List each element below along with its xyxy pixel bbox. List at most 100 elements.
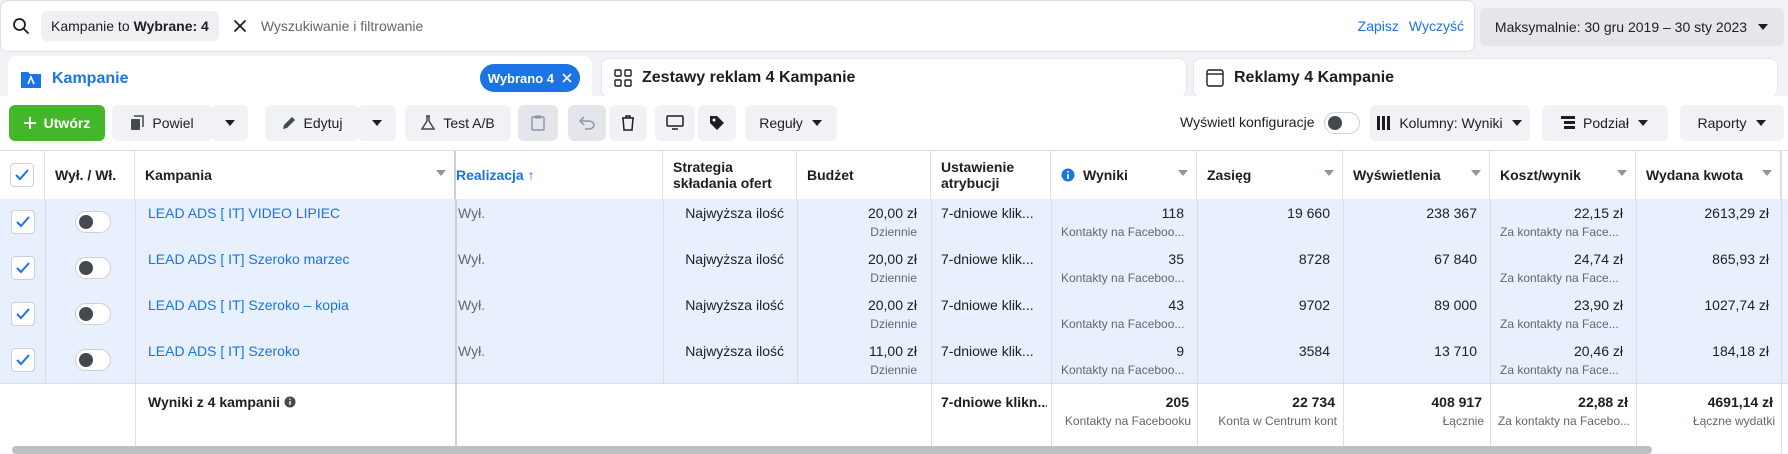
budget-period: Dziennie [870,225,917,239]
bid-strategy: Najwyższa ilość [685,205,784,221]
tag-button[interactable] [698,105,736,141]
column-header-attribution[interactable]: Ustawienie atrybucji [931,151,1051,199]
sort-arrow-icon[interactable] [1762,170,1772,176]
duplicate-button-label: Powiel [152,115,194,131]
sort-arrow-icon[interactable] [436,170,446,176]
preview-button[interactable] [655,105,695,141]
table-row[interactable]: LEAD ADS [ IT] Szeroko Wył. Najwyższa iloś… [0,337,1788,383]
info-icon[interactable] [284,396,296,408]
campaign-onoff-toggle[interactable] [75,303,111,325]
column-header-reach[interactable]: Zasięg [1197,151,1343,199]
undo-button[interactable] [568,105,606,141]
budget-value[interactable]: 20,00 zł [797,297,917,313]
grid-line [1490,199,1491,245]
sort-arrow-icon[interactable] [1324,170,1334,176]
totals-results-sub: Kontakty na Facebooku [1064,414,1191,428]
breakdown-button[interactable]: Podział [1542,105,1668,141]
campaign-name-link[interactable]: LEAD ADS [ IT] Szeroko [148,343,300,359]
campaign-onoff-toggle[interactable] [75,349,111,371]
column-header-delivery[interactable]: Realizacja ↑ [456,151,663,199]
show-config-label: Wyświetl konfiguracje [1180,114,1315,130]
budget-value[interactable]: 11,00 zł [797,343,917,359]
edit-button[interactable]: Edytuj [265,105,359,141]
campaign-name-link[interactable]: LEAD ADS [ IT] VIDEO LIPIEC [148,205,340,221]
column-header-bid-strategy[interactable]: Strategia składania ofert [663,151,797,199]
date-range-picker[interactable]: Maksymalnie: 30 gru 2019 – 30 sty 2023 [1480,8,1784,46]
budget-value[interactable]: 20,00 zł [797,205,917,221]
edit-dropdown-button[interactable] [358,105,396,141]
reach-value: 8728 [1298,251,1330,267]
reach-value: 9702 [1298,297,1330,313]
impressions-value: 13 710 [1434,343,1477,359]
campaign-name-link[interactable]: LEAD ADS [ IT] Szeroko marzec [148,251,350,267]
cost-per-result-value: 24,74 zł [1573,251,1623,267]
duplicate-button[interactable]: Powiel [112,105,212,141]
column-header-onoff-label: Wył. / Wł. [55,167,117,183]
column-header-amount-spent[interactable]: Wydana kwota [1636,151,1781,199]
show-config-toggle[interactable] [1324,112,1360,134]
duplicate-dropdown-button[interactable] [211,105,248,141]
column-header-budget[interactable]: Budżet [797,151,931,199]
search-input[interactable]: Wyszukiwanie i filtrowanie [261,18,1358,34]
campaign-name-link[interactable]: LEAD ADS [ IT] Szeroko – kopia [148,297,349,313]
copy-icon [131,115,145,130]
preview-icon [666,115,684,130]
grid-line [1343,337,1344,383]
select-all-checkbox[interactable] [10,163,34,187]
grid-line [797,245,798,291]
row-checkbox[interactable] [11,348,35,372]
grid-line [797,291,798,337]
close-icon[interactable] [562,73,572,83]
row-checkbox[interactable] [11,256,35,280]
clipboard-button[interactable] [518,105,558,141]
breakdown-button-label: Podział [1583,115,1629,131]
sort-arrow-icon[interactable] [1617,170,1627,176]
select-all-header [0,151,45,199]
table-row[interactable]: LEAD ADS [ IT] VIDEO LIPIEC Wył. Najwyższa… [0,199,1788,245]
chevron-down-icon [224,120,235,126]
row-checkbox[interactable] [11,210,35,234]
column-header-campaign[interactable]: Kampania [135,151,456,199]
totals-attribution: 7-dniowe klikn... [941,394,1047,410]
campaign-onoff-toggle[interactable] [75,211,111,233]
info-icon[interactable] [1061,168,1075,182]
results-type: Kontakty na Faceboo... [1061,363,1185,377]
sort-arrow-icon[interactable] [1178,170,1188,176]
table-row[interactable]: LEAD ADS [ IT] Szeroko marzec Wył. Najwyżs… [0,245,1788,291]
tab-adsets[interactable]: Zestawy reklam 4 Kampanie [601,58,1187,98]
create-button[interactable]: Utwórz [9,105,105,141]
totals-cost-per-result: 22,88 zł [1578,394,1628,410]
tab-ads[interactable]: Reklamy 4 Kampanie [1193,58,1778,98]
cost-per-result-value: 22,15 zł [1573,205,1623,221]
ab-test-button[interactable]: Test A/B [405,105,511,141]
grid-line [1343,199,1344,245]
campaign-onoff-toggle[interactable] [75,257,111,279]
grid-line [931,291,932,337]
column-header-onoff[interactable]: Wył. / Wł. [45,151,135,199]
clear-search-link[interactable]: Wyczyść [1409,18,1464,34]
grid-line [1051,199,1052,245]
reports-button[interactable]: Raporty [1680,105,1784,141]
delivery-status: Wył. [458,251,486,267]
columns-button[interactable]: Kolumny: Wyniki [1370,105,1530,141]
grid-line [45,199,46,245]
save-search-link[interactable]: Zapisz [1358,18,1399,34]
row-checkbox[interactable] [11,302,35,326]
close-icon[interactable] [225,19,255,33]
grid-line [45,337,46,383]
delete-button[interactable] [609,105,647,141]
column-header-results[interactable]: Wyniki [1051,151,1197,199]
column-header-impressions[interactable]: Wyświetlenia [1343,151,1490,199]
table-row[interactable]: LEAD ADS [ IT] Szeroko – kopia Wył. Najwyż… [0,291,1788,337]
reports-button-label: Raporty [1697,115,1747,131]
rules-button[interactable]: Reguły [745,105,837,141]
cost-per-result-type: Za kontakty na Face... [1500,363,1619,377]
selected-count-pill[interactable]: Wybrano 4 [479,64,580,92]
sort-arrow-icon[interactable] [1471,170,1481,176]
budget-value[interactable]: 20,00 zł [797,251,917,267]
tab-ads-label: Reklamy 4 Kampanie [1234,69,1395,86]
filter-chip[interactable]: Kampanie to Wybrane: 4 [41,11,219,41]
search-bar[interactable]: Kampanie to Wybrane: 4 Wyszukiwanie i fi… [0,0,1475,52]
column-header-cost-per-result[interactable]: Koszt/wynik [1490,151,1636,199]
impressions-value: 238 367 [1426,205,1477,221]
